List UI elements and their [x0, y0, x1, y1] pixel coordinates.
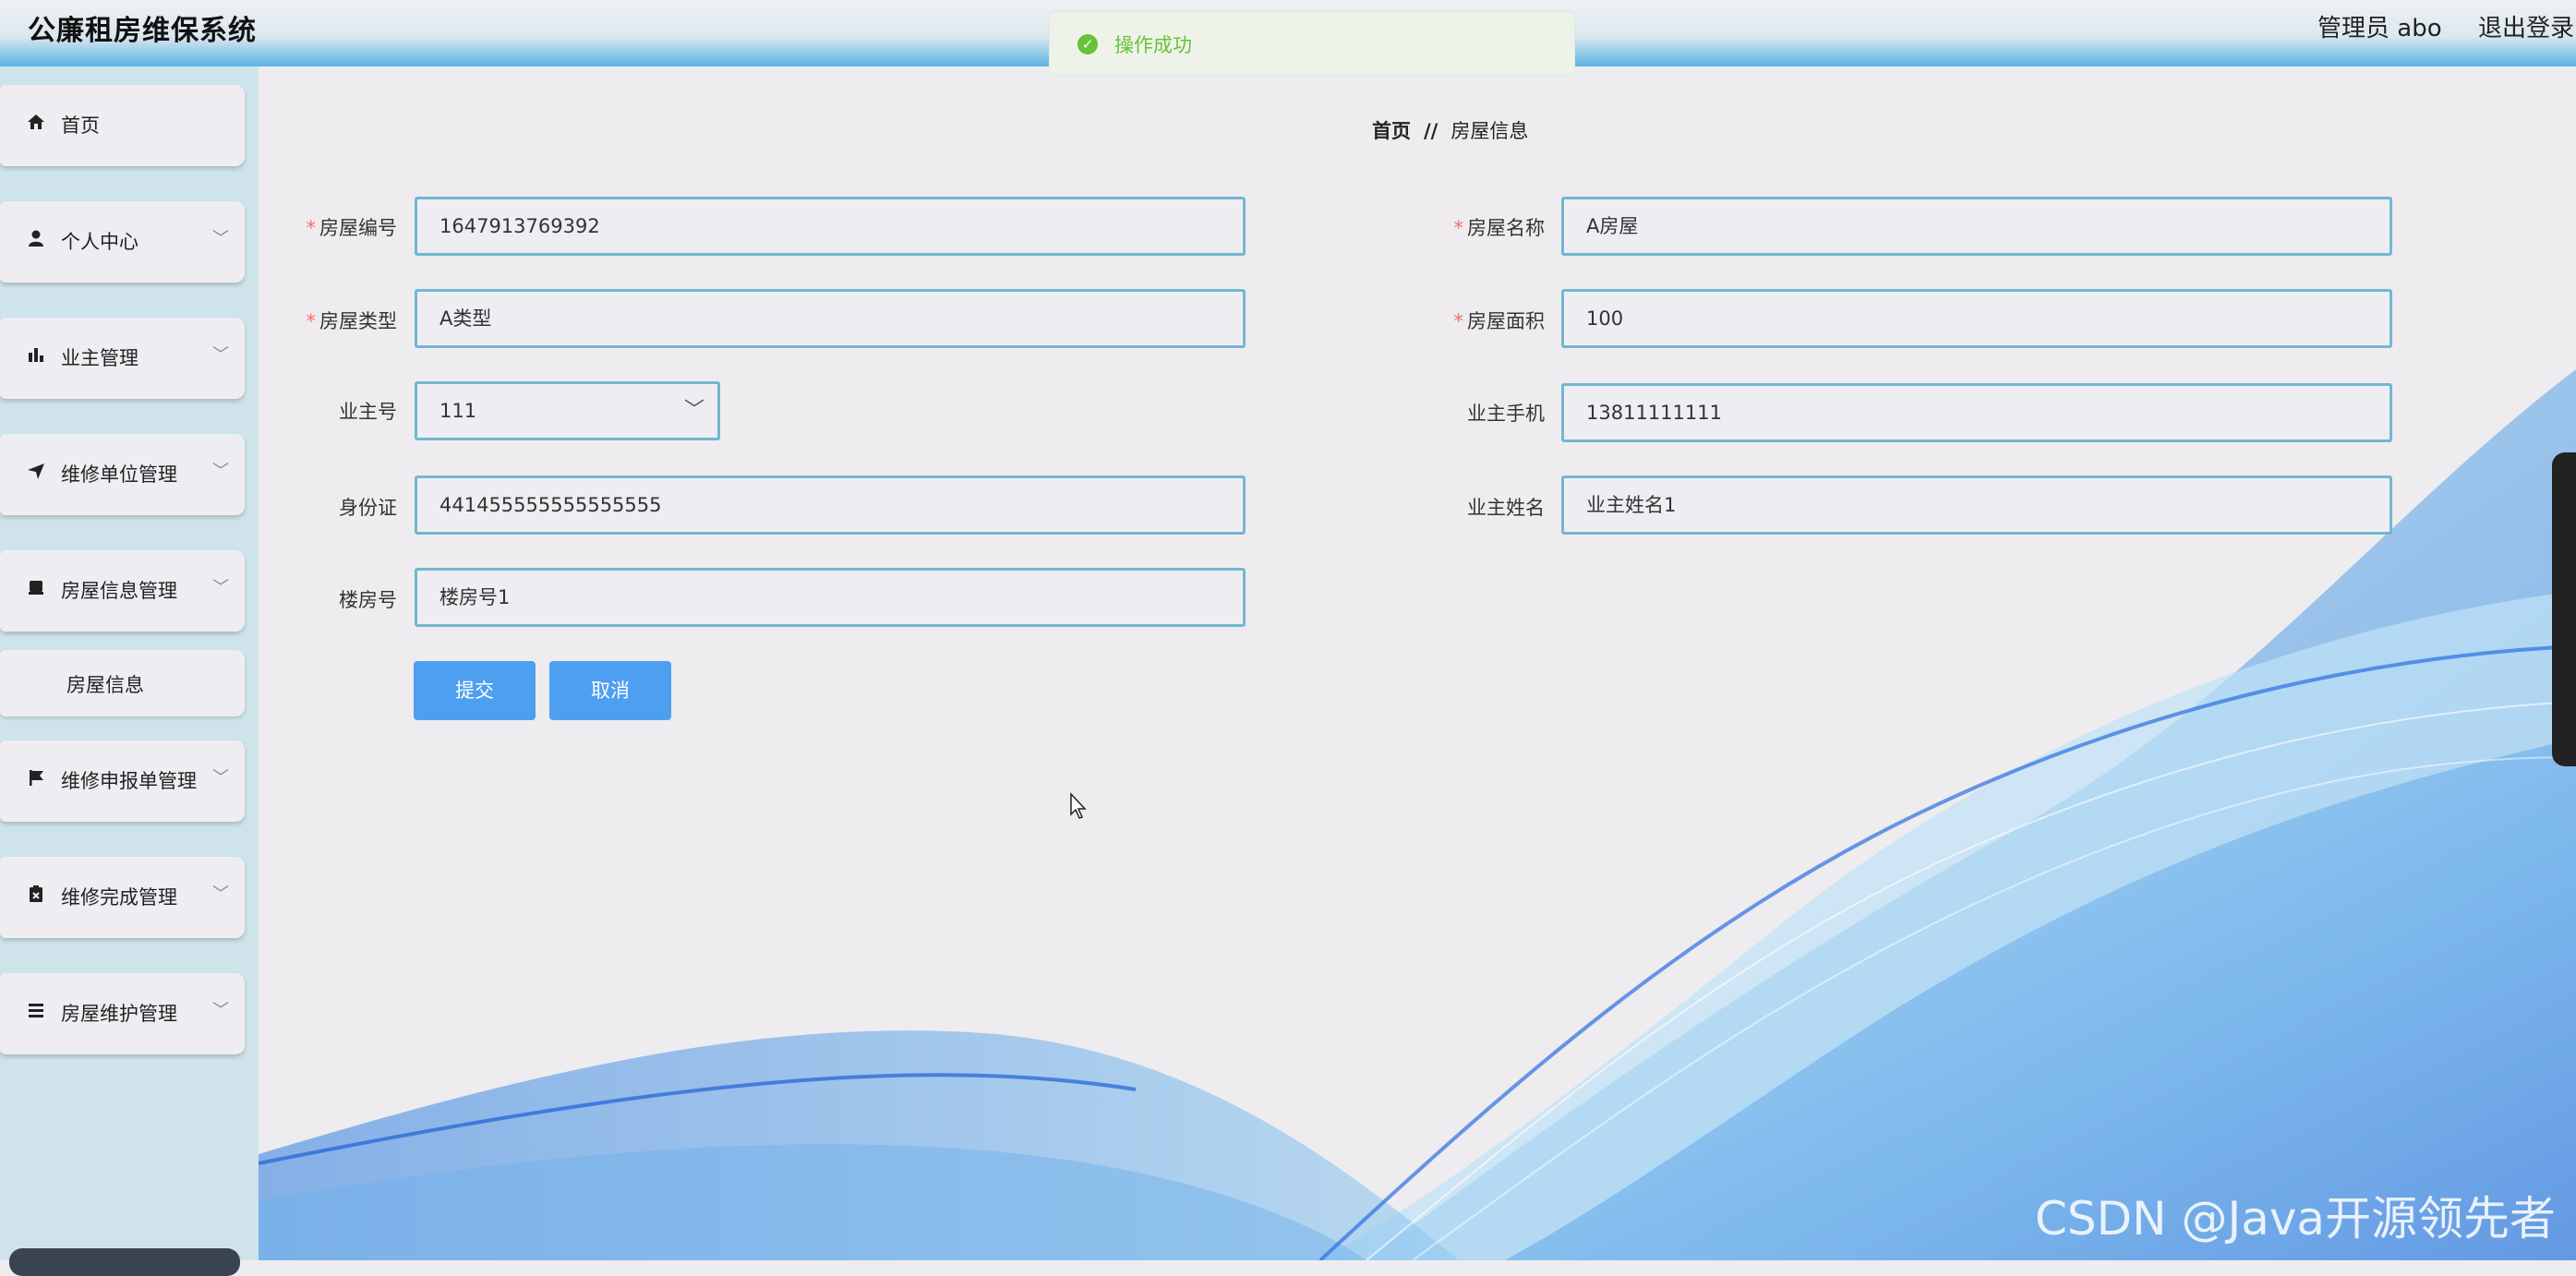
logout-link[interactable]: 退出登录	[2478, 9, 2574, 43]
id-card-field[interactable]: 441455555555555555	[415, 475, 1246, 535]
sidebar-subitem-house-info[interactable]: 房屋信息	[0, 650, 245, 716]
house-type-field[interactable]: A类型	[415, 289, 1246, 348]
sidebar-item-label: 维修申报单管理	[61, 770, 197, 792]
house-no-label: * 房屋编号	[306, 217, 398, 239]
house-name-label: * 房屋名称	[1453, 217, 1546, 239]
chevron-down-icon: ﹀	[212, 768, 229, 788]
sidebar-subitem-label: 房屋信息	[66, 674, 144, 696]
current-user-label: 管理员 abo	[2317, 15, 2442, 42]
sidebar-item-owner-management[interactable]: 业主管理 ﹀	[0, 318, 245, 399]
owner-no-label: 业主号	[339, 401, 397, 423]
sidebar-item-repair-request-management[interactable]: 维修申报单管理 ﹀	[0, 740, 245, 822]
breadcrumb-home[interactable]: 首页	[1372, 120, 1411, 142]
chevron-down-icon: ﹀	[212, 229, 229, 248]
sidebar-item-label: 首页	[61, 114, 100, 137]
list-icon	[26, 1001, 46, 1021]
bar-chart-icon	[26, 345, 46, 366]
owner-name-label: 业主姓名	[1467, 497, 1545, 519]
side-panel-handle[interactable]	[2552, 452, 2576, 766]
home-icon	[26, 113, 46, 133]
sidebar: 首页 个人中心 ﹀ 业主管理 ﹀ 维修单位管理 ﹀ 房屋信息管理 ﹀ 房屋信息	[0, 66, 259, 1260]
owner-no-value: 111	[439, 400, 477, 422]
breadcrumb: 首页 // 房屋信息	[1372, 116, 1528, 144]
cancel-button[interactable]: 取消	[549, 661, 671, 720]
user-icon	[26, 229, 46, 249]
mouse-cursor-icon	[1070, 792, 1087, 819]
sidebar-item-label: 维修完成管理	[61, 886, 177, 909]
flag-icon	[26, 768, 46, 788]
app-title: 公廉租房维保系统	[28, 15, 257, 47]
sidebar-item-home[interactable]: 首页	[0, 85, 245, 166]
sidebar-item-label: 维修单位管理	[61, 463, 177, 486]
chevron-down-icon: ﹀	[212, 1001, 229, 1020]
sidebar-item-label: 房屋信息管理	[61, 580, 177, 602]
chevron-down-icon: ﹀	[683, 399, 704, 422]
box-icon	[26, 578, 46, 598]
house-area-label: * 房屋面积	[1453, 310, 1546, 332]
sidebar-item-personal-center[interactable]: 个人中心 ﹀	[0, 201, 245, 283]
submit-button[interactable]: 提交	[414, 661, 536, 720]
chevron-down-icon: ﹀	[212, 345, 229, 365]
check-circle-icon: ✓	[1077, 34, 1098, 54]
house-area-field[interactable]: 100	[1561, 289, 2392, 348]
sidebar-item-label: 房屋维护管理	[61, 1003, 177, 1025]
sidebar-item-label: 业主管理	[61, 347, 138, 369]
clipboard-icon	[26, 885, 46, 905]
watermark-text: CSDN @Java开源领先者	[2035, 1192, 2557, 1246]
owner-name-field[interactable]: 业主姓名1	[1561, 475, 2392, 535]
sidebar-bottom-handle	[9, 1248, 240, 1276]
id-card-label: 身份证	[339, 497, 397, 519]
success-toast: ✓ 操作成功	[1049, 11, 1575, 76]
sidebar-item-label: 个人中心	[61, 231, 138, 253]
chevron-down-icon: ﹀	[212, 578, 229, 597]
house-no-field[interactable]: 1647913769392	[415, 197, 1246, 256]
house-name-field[interactable]: A房屋	[1561, 197, 2392, 256]
owner-phone-field[interactable]: 13811111111	[1561, 383, 2392, 442]
toast-message: 操作成功	[1114, 34, 1192, 56]
sidebar-item-repair-complete-management[interactable]: 维修完成管理 ﹀	[0, 857, 245, 938]
building-no-field[interactable]: 楼房号1	[415, 568, 1246, 627]
breadcrumb-separator: //	[1424, 120, 1438, 142]
building-no-label: 楼房号	[339, 589, 397, 611]
owner-no-select[interactable]: 111 ﹀	[415, 381, 720, 440]
owner-phone-label: 业主手机	[1467, 403, 1545, 425]
sidebar-item-house-maintenance-management[interactable]: 房屋维护管理 ﹀	[0, 973, 245, 1054]
house-type-label: * 房屋类型	[306, 310, 398, 332]
chevron-down-icon: ﹀	[212, 462, 229, 481]
sidebar-item-repair-unit-management[interactable]: 维修单位管理 ﹀	[0, 434, 245, 515]
sidebar-item-house-info-management[interactable]: 房屋信息管理 ﹀	[0, 550, 245, 632]
chevron-down-icon: ﹀	[212, 885, 229, 904]
breadcrumb-current: 房屋信息	[1451, 120, 1529, 142]
send-icon	[26, 462, 46, 482]
